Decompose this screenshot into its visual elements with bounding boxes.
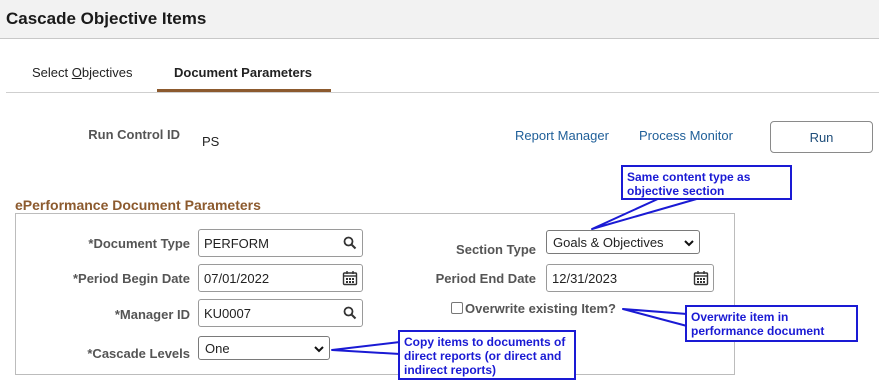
calendar-icon[interactable]	[338, 265, 362, 291]
callout-cascade-levels: Copy items to documents of direct report…	[398, 330, 576, 380]
period-begin-input[interactable]: 07/01/2022	[198, 264, 363, 292]
period-begin-value: 07/01/2022	[204, 270, 270, 286]
manager-id-input[interactable]: KU0007	[198, 299, 363, 327]
chevron-down-icon	[314, 341, 324, 356]
report-manager-link[interactable]: Report Manager	[515, 128, 609, 143]
chevron-down-icon	[684, 235, 694, 250]
tab-label-suffix: bjectives	[81, 65, 133, 80]
section-type-select[interactable]: Goals & Objectives	[546, 230, 700, 254]
overwrite-checkbox[interactable]	[451, 302, 463, 314]
tab-divider	[6, 92, 879, 93]
cascade-levels-select[interactable]: One	[198, 336, 330, 360]
manager-id-label: *Manager ID	[114, 307, 190, 322]
document-type-label: *Document Type	[88, 236, 190, 251]
run-control-value: PS	[202, 134, 220, 149]
page-title: Cascade Objective Items	[6, 9, 207, 28]
overwrite-label[interactable]: Overwrite existing Item?	[465, 301, 616, 316]
search-icon[interactable]	[338, 300, 362, 326]
process-monitor-link[interactable]: Process Monitor	[639, 128, 733, 143]
document-type-input[interactable]: PERFORM	[198, 229, 363, 257]
search-icon[interactable]	[338, 230, 362, 256]
section-type-label: Section Type	[456, 242, 536, 257]
tab-label-accesskey: O	[71, 65, 82, 80]
run-control-label: Run Control ID	[88, 127, 180, 142]
tab-document-parameters[interactable]: Document Parameters	[174, 65, 312, 80]
cascade-levels-label: *Cascade Levels	[87, 346, 190, 361]
section-type-value: Goals & Objectives	[553, 234, 664, 250]
period-end-input[interactable]: 12/31/2023	[546, 264, 714, 292]
calendar-icon[interactable]	[689, 265, 713, 291]
callout-section-type: Same content type as objective section	[621, 165, 792, 200]
run-button[interactable]: Run	[770, 121, 873, 153]
period-begin-label: *Period Begin Date	[72, 271, 190, 286]
tab-select-objectives[interactable]: Select Objectives	[32, 65, 132, 80]
period-end-value: 12/31/2023	[552, 270, 618, 286]
manager-id-value: KU0007	[204, 305, 251, 321]
tab-label-prefix: Select	[32, 65, 72, 80]
callout-overwrite: Overwrite item in performance document	[685, 305, 858, 342]
cascade-levels-value: One	[205, 340, 230, 356]
section-title: ePerformance Document Parameters	[15, 197, 261, 213]
page-header: Cascade Objective Items	[0, 0, 879, 39]
document-type-value: PERFORM	[204, 235, 269, 251]
period-end-label: Period End Date	[435, 271, 536, 286]
